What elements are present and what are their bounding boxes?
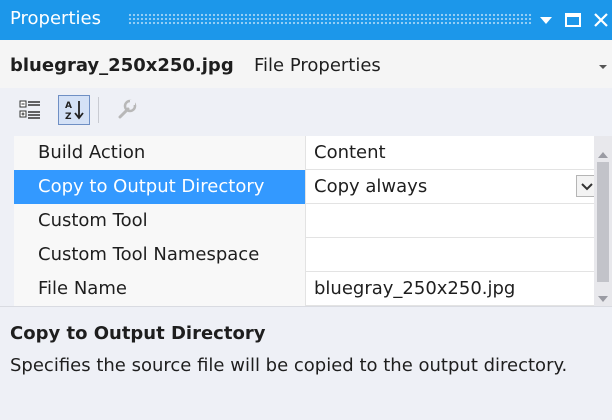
categorized-icon[interactable] bbox=[14, 95, 46, 125]
window-position-dropdown-icon[interactable] bbox=[535, 8, 557, 32]
scroll-down-icon[interactable] bbox=[597, 288, 609, 302]
value-dropdown-button[interactable] bbox=[576, 175, 594, 197]
property-value[interactable] bbox=[306, 238, 594, 272]
scrollbar-thumb[interactable] bbox=[597, 162, 609, 282]
property-name: Custom Tool bbox=[14, 204, 306, 238]
property-row-custom-tool-namespace[interactable]: Custom Tool Namespace bbox=[14, 238, 594, 272]
property-value[interactable]: Content bbox=[306, 136, 594, 170]
properties-title-bar[interactable]: Properties bbox=[0, 0, 612, 40]
object-selector[interactable]: bluegray_250x250.jpg File Properties bbox=[0, 40, 612, 88]
property-name: Copy to Output Directory bbox=[14, 170, 306, 204]
properties-toolbar: A Z bbox=[0, 88, 612, 132]
selected-object-name: bluegray_250x250.jpg bbox=[10, 55, 234, 76]
property-name: File Name bbox=[14, 272, 306, 306]
property-row-copy-to-output-directory[interactable]: Copy to Output Directory Copy always bbox=[14, 170, 594, 204]
toolbar-separator bbox=[98, 97, 99, 123]
description-text: Specifies the source file will be copied… bbox=[10, 355, 568, 376]
property-name: Build Action bbox=[14, 136, 306, 170]
property-row-file-name[interactable]: File Name bluegray_250x250.jpg bbox=[14, 272, 594, 306]
property-pages-wrench-icon[interactable] bbox=[110, 95, 142, 125]
description-title: Copy to Output Directory bbox=[10, 323, 266, 344]
property-name: Custom Tool Namespace bbox=[14, 238, 306, 272]
title-drag-grip[interactable] bbox=[128, 13, 532, 25]
property-value[interactable] bbox=[306, 204, 594, 238]
property-row-custom-tool[interactable]: Custom Tool bbox=[14, 204, 594, 238]
maximize-icon[interactable] bbox=[562, 8, 584, 32]
svg-text:A: A bbox=[65, 101, 72, 111]
grid-vertical-scrollbar[interactable] bbox=[594, 136, 612, 306]
property-grid: Build Action Content Copy to Output Dire… bbox=[14, 136, 594, 306]
property-value[interactable]: bluegray_250x250.jpg bbox=[306, 272, 594, 306]
object-dropdown-icon[interactable] bbox=[596, 58, 610, 72]
close-icon[interactable] bbox=[590, 8, 612, 32]
property-value-dropdown[interactable]: Copy always bbox=[306, 170, 594, 204]
panel-title: Properties bbox=[10, 8, 101, 29]
selected-object-type: File Properties bbox=[254, 55, 381, 76]
property-row-build-action[interactable]: Build Action Content bbox=[14, 136, 594, 170]
alphabetical-sort-icon[interactable]: A Z bbox=[58, 95, 90, 125]
description-pane: Copy to Output Directory Specifies the s… bbox=[0, 306, 612, 420]
svg-text:Z: Z bbox=[65, 112, 72, 122]
scroll-up-icon[interactable] bbox=[597, 144, 609, 158]
